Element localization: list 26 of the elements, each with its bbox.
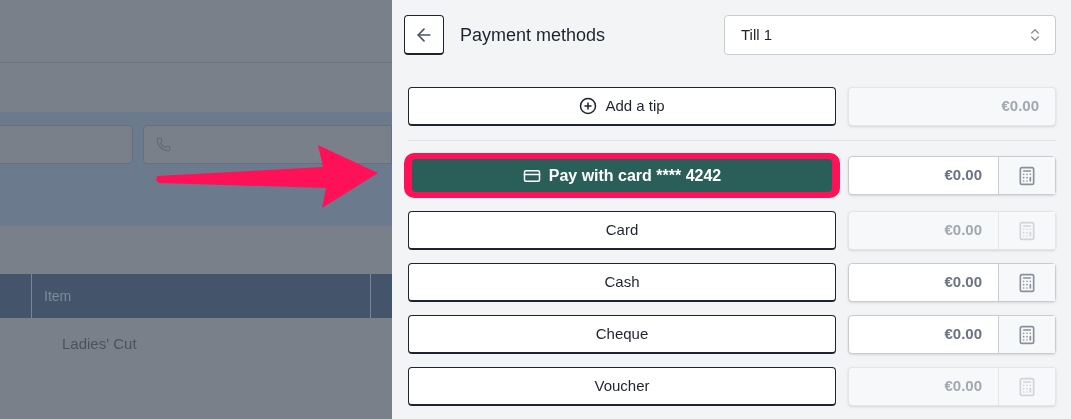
payment-method-button[interactable]: Cheque [408, 315, 836, 354]
amount-value: €0.00 [944, 220, 982, 241]
calculator-button[interactable] [998, 316, 1055, 353]
pay-with-card-button[interactable]: Pay with card **** 4242 [412, 159, 832, 192]
amount-field[interactable]: €0.00 [848, 315, 1056, 354]
amount-field[interactable]: €0.00 [848, 263, 1056, 302]
calculator-icon [1017, 220, 1037, 241]
amount-field[interactable]: €0.00 [848, 156, 1056, 195]
column-header: Item [32, 274, 371, 318]
calculator-icon [1017, 272, 1037, 293]
payment-method-button[interactable]: Cash [408, 263, 836, 302]
calculator-icon [1017, 165, 1037, 186]
phone-field[interactable] [143, 125, 392, 164]
calculator-button[interactable] [998, 157, 1055, 194]
till-select[interactable]: Till 1 [724, 15, 1056, 55]
back-button[interactable] [404, 15, 444, 55]
amount-value: €0.00 [1001, 96, 1039, 117]
amount-value: €0.00 [944, 324, 982, 345]
calculator-icon [1017, 324, 1037, 345]
calculator-icon [1017, 376, 1037, 397]
plus-circle-icon [579, 97, 598, 115]
panel-title: Payment methods [460, 23, 606, 47]
amount-value: €0.00 [944, 376, 982, 397]
amount-value: €0.00 [944, 165, 982, 186]
amount-value: €0.00 [944, 272, 982, 293]
calculator-button[interactable] [998, 264, 1055, 301]
